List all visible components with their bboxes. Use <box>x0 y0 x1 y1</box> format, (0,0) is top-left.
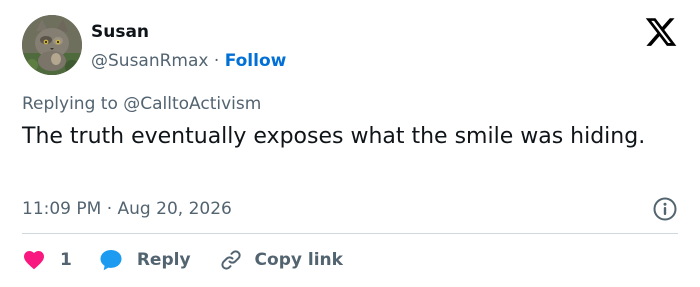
tweet-card: Susan @SusanRmax · Follow Replying to @C… <box>0 0 700 287</box>
like-button[interactable]: 1 <box>22 248 72 272</box>
avatar[interactable] <box>22 15 82 75</box>
reply-label: Reply <box>136 250 191 270</box>
divider <box>22 233 678 234</box>
user-info: Susan @SusanRmax · Follow <box>91 21 286 74</box>
follow-link[interactable]: Follow <box>225 51 287 71</box>
tweet-meta: 11:09 PM · Aug 20, 2026 <box>22 196 678 222</box>
info-icon[interactable] <box>652 196 678 222</box>
chat-bubble-icon <box>100 250 122 271</box>
copy-link-button[interactable]: Copy link <box>219 248 343 272</box>
copy-link-label: Copy link <box>254 250 343 270</box>
action-bar: 1 Reply Copy link <box>22 247 343 273</box>
user-handle[interactable]: @SusanRmax <box>91 51 208 71</box>
reply-mention-link[interactable]: @CalltoActivism <box>123 94 261 114</box>
tweet-header: Susan @SusanRmax · Follow <box>22 15 678 79</box>
x-logo-icon[interactable] <box>644 15 678 49</box>
handle-row: @SusanRmax · Follow <box>91 48 286 74</box>
reply-context-prefix: Replying to <box>22 94 118 114</box>
like-count: 1 <box>60 250 72 270</box>
display-name[interactable]: Susan <box>91 21 286 43</box>
tweet-text: The truth eventually exposes what the sm… <box>22 124 646 149</box>
reply-context: Replying to @CalltoActivism <box>22 92 261 116</box>
reply-button[interactable]: Reply <box>98 247 191 273</box>
avatar-cat-image <box>22 15 82 75</box>
heart-icon <box>24 251 44 270</box>
timestamp[interactable]: 11:09 PM · Aug 20, 2026 <box>22 199 232 219</box>
link-icon <box>220 250 241 270</box>
separator-dot: · <box>213 51 220 71</box>
